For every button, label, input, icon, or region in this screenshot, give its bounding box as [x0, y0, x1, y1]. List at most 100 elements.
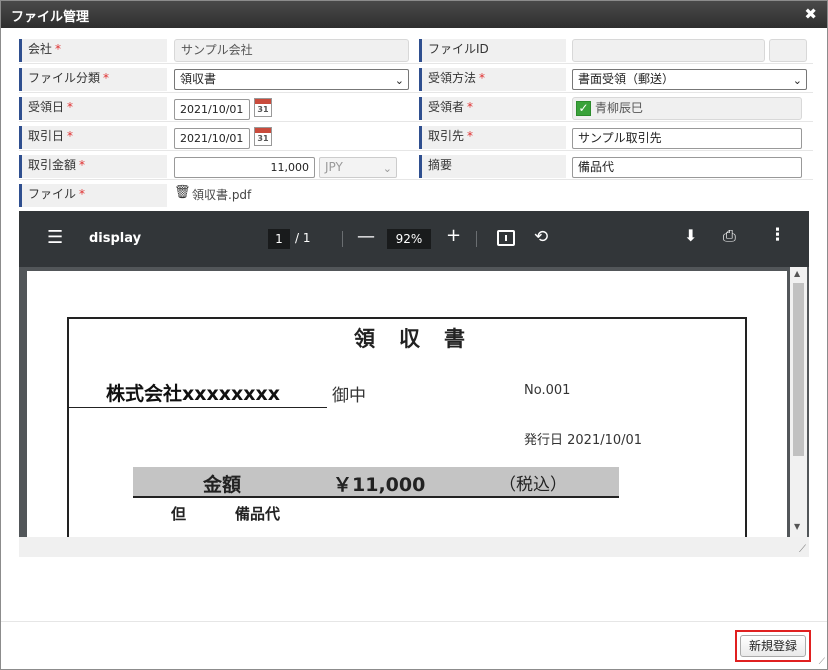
receipt-honorific: 御中 [332, 386, 366, 406]
pdf-page: 領収書 株式会社xxxxxxxx 御中 No.001 発行日 2021/10/0… [27, 271, 787, 537]
close-icon[interactable]: ✖ [804, 5, 817, 23]
partner-input[interactable]: サンプル取引先 [572, 128, 802, 149]
form-row-file-type: ファイル分類 * 領収書 ⌄ 受領方法 * 書面受領（郵送） ⌄ [19, 66, 813, 93]
file-id-suffix-field [769, 39, 807, 62]
deal-date-value-cell: 2021/10/01 31 [174, 126, 414, 149]
file-label: ファイル * [19, 184, 167, 207]
calendar-icon[interactable]: 31 [254, 127, 272, 146]
pdf-scrollbar[interactable]: ▲ ▼ [790, 267, 807, 537]
required-mark: * [67, 129, 74, 143]
receiver-name: 青柳辰巳 [595, 101, 644, 115]
zoom-out-icon[interactable]: — [357, 226, 375, 247]
file-id-value-cell [572, 39, 812, 62]
form-row-file: ファイル * 🗑 領収書.pdf [19, 182, 813, 209]
partner-value-cell: サンプル取引先 [572, 126, 812, 149]
company-label: 会社 * [19, 39, 167, 62]
new-register-button[interactable]: 新規登録 [735, 630, 811, 662]
receipt-issue-date: 発行日 2021/10/01 [524, 433, 643, 448]
receipt-number: No.001 [524, 383, 571, 398]
receiver-value-cell: ✓ 青柳辰巳 [572, 97, 812, 120]
resize-grip-icon[interactable]: ⟋ [799, 544, 806, 555]
file-type-label: ファイル分類 * [19, 68, 167, 91]
amount-label: 金額 [203, 474, 242, 496]
file-type-select[interactable]: 領収書 ⌄ [174, 69, 409, 90]
summary-value-cell: 備品代 [572, 155, 812, 178]
pdf-viewer: ☰ display 1 / 1 — 92% + ⟲ ⬇ ⎙ ⋮ 領収書 株式会社… [19, 211, 809, 537]
required-mark: * [55, 42, 62, 56]
required-mark: * [479, 71, 486, 85]
new-register-label: 新規登録 [740, 635, 806, 657]
receipt-title: 領収書 [354, 327, 489, 351]
amount-label: 取引金額 * [19, 155, 167, 178]
required-mark: * [79, 187, 86, 201]
pdf-doc-name: display [89, 231, 142, 246]
receipt-tada: 但 [171, 505, 187, 523]
amount-input[interactable]: 11,000 [174, 157, 315, 178]
file-type-selected: 領収書 [180, 72, 217, 86]
check-icon: ✓ [576, 101, 591, 116]
chevron-down-icon: ⌄ [792, 74, 802, 87]
required-mark: * [467, 129, 474, 143]
rotate-icon[interactable]: ⟲ [534, 227, 548, 247]
form-row-company: 会社 * サンプル会社 ファイルID [19, 37, 813, 64]
deal-date-label: 取引日 * [19, 126, 167, 149]
amount-value: ￥11,000 [333, 474, 426, 496]
zoom-level-input[interactable]: 92% [387, 229, 431, 249]
summary-input[interactable]: 備品代 [572, 157, 802, 178]
form-row-deal-date: 取引日 * 2021/10/01 31 取引先 * サンプル取引先 [19, 124, 813, 151]
pdf-toolbar: ☰ display 1 / 1 — 92% + ⟲ ⬇ ⎙ ⋮ [19, 211, 809, 267]
form-row-receive-date: 受領日 * 2021/10/01 31 受領者 * ✓ 青柳辰巳 [19, 95, 813, 122]
menu-icon[interactable]: ☰ [47, 227, 63, 248]
download-icon[interactable]: ⬇ [684, 226, 697, 245]
pdf-page-area: 領収書 株式会社xxxxxxxx 御中 No.001 発行日 2021/10/0… [19, 267, 809, 537]
toolbar-divider [476, 231, 477, 247]
file-value-cell: 🗑 領収書.pdf [174, 184, 414, 207]
scroll-up-icon[interactable]: ▲ [794, 269, 800, 278]
file-management-dialog: ファイル管理 ✖ 会社 * サンプル会社 ファイルID ファイル分類 * 領収書 ⌄ [0, 0, 828, 670]
amount-band: 金額 ￥11,000 （税込） [133, 467, 619, 498]
deal-date-input[interactable]: 2021/10/01 [174, 128, 250, 149]
company-field: サンプル会社 [174, 39, 409, 62]
file-type-value-cell: 領収書 ⌄ [174, 68, 414, 91]
file-name[interactable]: 領収書.pdf [192, 186, 251, 203]
dialog-title: ファイル管理 [11, 10, 90, 25]
receive-date-value-cell: 2021/10/01 31 [174, 97, 414, 120]
receipt-document: 領収書 株式会社xxxxxxxx 御中 No.001 発行日 2021/10/0… [67, 317, 747, 537]
receive-method-selected: 書面受領（郵送） [578, 72, 675, 86]
amount-value-cell: 11,000 JPY ⌄ [174, 155, 414, 178]
viewer-resize-bar: ⟋ [19, 537, 809, 557]
scrollbar-thumb[interactable] [793, 283, 804, 456]
zoom-in-icon[interactable]: + [446, 225, 461, 246]
form-row-amount: 取引金額 * 11,000 JPY ⌄ 摘要 備品代 [19, 153, 813, 180]
dialog-footer: 新規登録 ⟋ [1, 621, 827, 669]
fit-page-icon[interactable] [497, 230, 515, 246]
receiver-label: 受領者 * [419, 97, 566, 120]
receipt-company: 株式会社xxxxxxxx [106, 383, 281, 405]
file-id-field [572, 39, 765, 62]
chevron-down-icon: ⌄ [382, 162, 392, 175]
print-icon[interactable]: ⎙ [723, 226, 736, 246]
dialog-resize-icon[interactable]: ⟋ [819, 657, 825, 667]
receive-method-value-cell: 書面受領（郵送） ⌄ [572, 68, 812, 91]
currency-select[interactable]: JPY ⌄ [319, 157, 397, 178]
summary-label: 摘要 [419, 155, 566, 178]
required-mark: * [467, 100, 474, 114]
scroll-down-icon[interactable]: ▼ [794, 522, 800, 531]
receive-date-label: 受領日 * [19, 97, 167, 120]
page-number-input[interactable]: 1 [268, 229, 290, 249]
partner-label: 取引先 * [419, 126, 566, 149]
page-total: / 1 [295, 231, 311, 245]
receiver-field: ✓ 青柳辰巳 [572, 97, 802, 120]
required-mark: * [79, 158, 86, 172]
required-mark: * [103, 71, 110, 85]
dialog-titlebar: ファイル管理 ✖ [1, 1, 827, 28]
required-mark: * [67, 100, 74, 114]
receive-date-input[interactable]: 2021/10/01 [174, 99, 250, 120]
calendar-icon[interactable]: 31 [254, 98, 272, 117]
more-options-icon[interactable]: ⋮ [769, 225, 786, 245]
receive-method-select[interactable]: 書面受領（郵送） ⌄ [572, 69, 807, 90]
company-underline [69, 407, 327, 408]
company-value-cell: サンプル会社 [174, 39, 414, 62]
trash-icon[interactable]: 🗑 [174, 185, 191, 200]
receipt-item: 備品代 [235, 505, 281, 523]
